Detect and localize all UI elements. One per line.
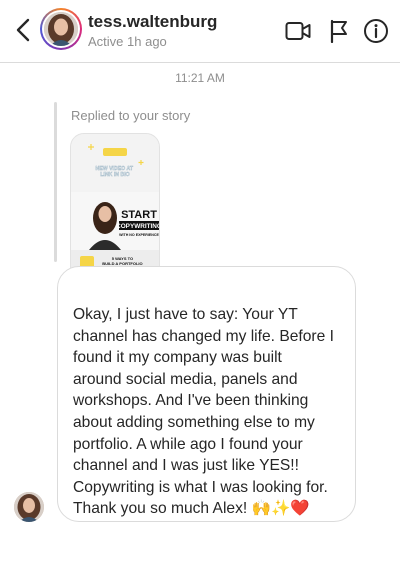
back-icon: [16, 18, 30, 42]
story-badge: [103, 148, 127, 156]
reply-label: Replied to your story: [71, 108, 191, 123]
info-button[interactable]: [362, 18, 390, 44]
profile-avatar[interactable]: [40, 8, 82, 50]
reply-indicator-bar: [54, 102, 57, 262]
chat-username[interactable]: tess.waltenburg: [88, 12, 217, 32]
flag-icon: [330, 19, 347, 43]
back-button[interactable]: [12, 16, 34, 44]
message-text: Okay, I just have to say: Your YT channe…: [73, 306, 334, 518]
chat-header: tess.waltenburg Active 1h ago: [0, 0, 400, 63]
avatar-photo: [44, 12, 78, 46]
info-icon: [364, 19, 388, 43]
message-bubble[interactable]: Okay, I just have to say: Your YT channe…: [57, 266, 356, 522]
story-subtitle: WITH NO EXPERIENCE: [119, 233, 159, 237]
story-thumbnail[interactable]: NEW VIDEO AT LINK IN BIO START COPYWRITI…: [70, 133, 160, 287]
video-call-icon: [285, 22, 311, 40]
message-timestamp: 11:21 AM: [175, 71, 225, 85]
video-call-button[interactable]: [284, 18, 312, 44]
story-title-2: COPYWRITING: [116, 223, 159, 230]
story-headline: NEW VIDEO AT LINK IN BIO: [96, 166, 135, 178]
story-title-1: START: [121, 209, 157, 221]
report-button[interactable]: [325, 18, 353, 44]
active-status: Active 1h ago: [88, 34, 167, 49]
sender-avatar[interactable]: [14, 492, 44, 522]
